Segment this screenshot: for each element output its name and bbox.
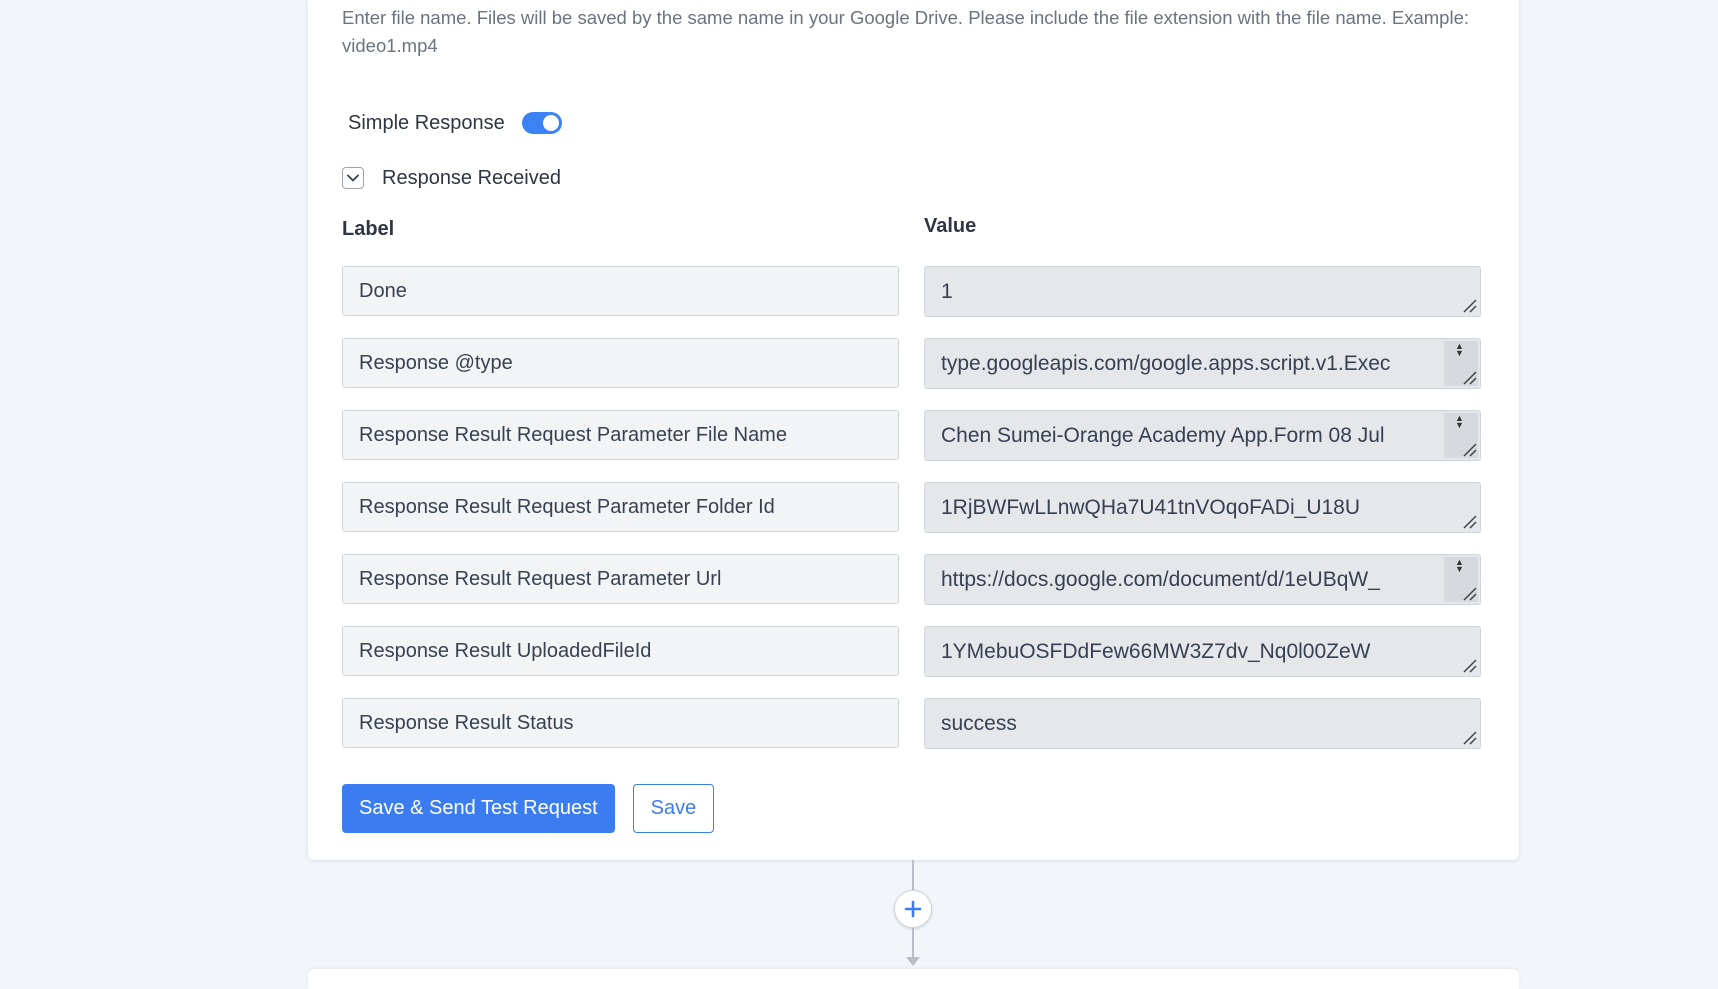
response-field-row: Response @type type.googleapis.com/googl… bbox=[342, 338, 1481, 410]
field-value-text: https://docs.google.com/document/d/1eUBq… bbox=[941, 567, 1380, 591]
field-value-text: Chen Sumei-Orange Academy App.Form 08 Ju… bbox=[941, 423, 1385, 447]
save-button[interactable]: Save bbox=[632, 784, 715, 833]
simple-response-toggle[interactable] bbox=[521, 112, 562, 134]
response-field-row: Response Result Status success bbox=[342, 698, 1481, 770]
resize-handle-icon[interactable] bbox=[1460, 368, 1478, 386]
chevron-down-icon[interactable] bbox=[342, 167, 364, 189]
field-value-textarea[interactable]: Chen Sumei-Orange Academy App.Form 08 Ju… bbox=[924, 410, 1481, 461]
label-column-header: Label bbox=[342, 218, 395, 240]
file-name-helper-text: Enter file name. Files will be saved by … bbox=[342, 7, 1470, 56]
response-field-row: Done 1 bbox=[342, 266, 1481, 338]
simple-response-row: Simple Response bbox=[348, 108, 562, 138]
connector-line bbox=[912, 860, 914, 890]
field-value-textarea[interactable]: success bbox=[924, 698, 1481, 749]
action-card: Enter file name. Files will be saved by … bbox=[308, 0, 1519, 860]
resize-handle-icon[interactable] bbox=[1460, 440, 1478, 458]
field-label-input[interactable]: Response Result Status bbox=[342, 698, 899, 748]
resize-handle-icon[interactable] bbox=[1460, 512, 1478, 530]
resize-handle-icon[interactable] bbox=[1460, 584, 1478, 602]
field-value-textarea[interactable]: https://docs.google.com/document/d/1eUBq… bbox=[924, 554, 1481, 605]
action-buttons: Save & Send Test Request Save bbox=[342, 784, 715, 833]
field-value-text: 1RjBWFwLLnwQHa7U41tnVOqoFADi_U18U bbox=[941, 495, 1361, 519]
resize-handle-icon[interactable] bbox=[1460, 656, 1478, 674]
field-value-textarea[interactable]: 1RjBWFwLLnwQHa7U41tnVOqoFADi_U18U bbox=[924, 482, 1481, 533]
resize-handle-icon[interactable] bbox=[1460, 296, 1478, 314]
field-label-input[interactable]: Done bbox=[342, 266, 899, 316]
field-label-input[interactable]: Response @type bbox=[342, 338, 899, 388]
response-fields-list: Done 1 Response @type type.googleapis.co… bbox=[342, 266, 1481, 770]
field-value-text: success bbox=[941, 711, 1017, 735]
field-value-textarea[interactable]: type.googleapis.com/google.apps.script.v… bbox=[924, 338, 1481, 389]
field-label-input[interactable]: Response Result Request Parameter Folder… bbox=[342, 482, 899, 532]
add-step-button[interactable] bbox=[894, 890, 932, 928]
response-field-row: Response Result Request Parameter File N… bbox=[342, 410, 1481, 482]
simple-response-label: Simple Response bbox=[348, 111, 505, 134]
response-field-row: Response Result Request Parameter Url ht… bbox=[342, 554, 1481, 626]
response-field-row: Response Result Request Parameter Folder… bbox=[342, 482, 1481, 554]
field-label-input[interactable]: Response Result Request Parameter File N… bbox=[342, 410, 899, 460]
field-label-input[interactable]: Response Result Request Parameter Url bbox=[342, 554, 899, 604]
response-received-label: Response Received bbox=[382, 166, 561, 189]
field-value-text: 1YMebuOSFDdFew66MW3Z7dv_Nq0l00ZeW bbox=[941, 639, 1371, 663]
arrow-down-icon bbox=[906, 957, 920, 966]
response-received-row[interactable]: Response Received bbox=[342, 163, 561, 193]
toggle-knob bbox=[542, 115, 559, 131]
field-value-text: type.googleapis.com/google.apps.script.v… bbox=[941, 351, 1391, 375]
field-value-textarea[interactable]: 1YMebuOSFDdFew66MW3Z7dv_Nq0l00ZeW bbox=[924, 626, 1481, 677]
field-value-text: 1 bbox=[941, 279, 953, 303]
field-label-input[interactable]: Response Result UploadedFileId bbox=[342, 626, 899, 676]
value-column-header: Value bbox=[924, 215, 977, 237]
response-field-row: Response Result UploadedFileId 1YMebuOSF… bbox=[342, 626, 1481, 698]
field-value-textarea[interactable]: 1 bbox=[924, 266, 1481, 317]
plus-icon bbox=[904, 900, 922, 918]
next-action-card bbox=[308, 969, 1519, 989]
resize-handle-icon[interactable] bbox=[1460, 728, 1478, 746]
connector-line bbox=[912, 928, 914, 958]
save-and-send-test-request-button[interactable]: Save & Send Test Request bbox=[342, 784, 615, 833]
